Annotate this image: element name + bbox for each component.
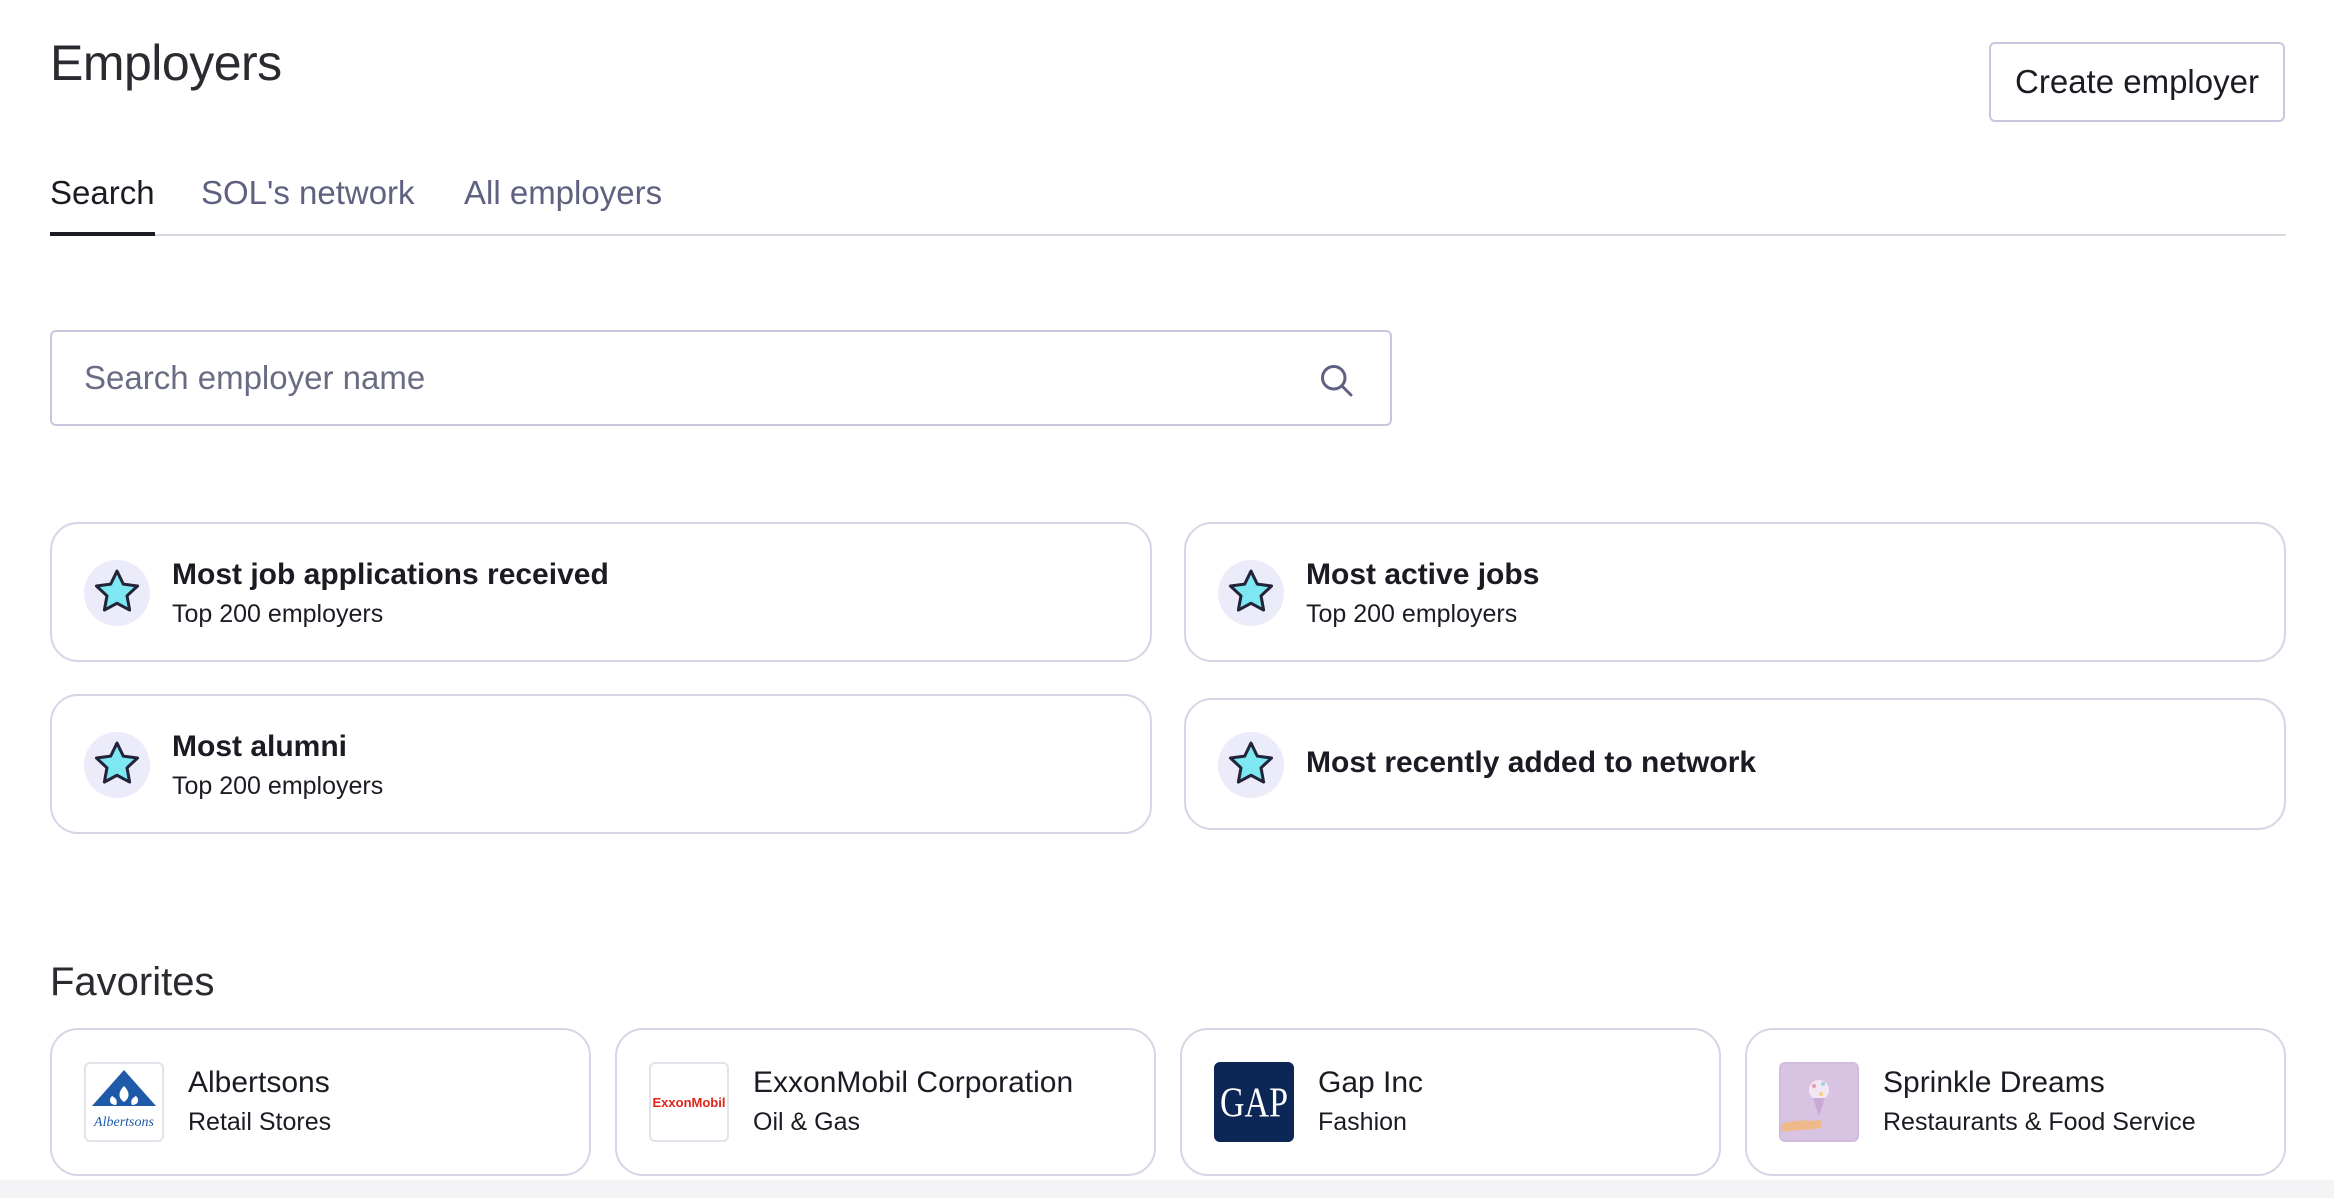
employers-page: Employers Create employer Search SOL's n… [0,0,2334,1198]
most-alumni-card[interactable]: Most alumni Top 200 employers [50,694,1152,834]
favorite-name: Albertsons [188,1066,330,1099]
albertsons-logo: Albertsons [84,1062,164,1142]
tab-bar: Search SOL's network All employers [50,170,2286,236]
tab-all-employers[interactable]: All employers [464,174,662,232]
svg-text:Albertsons: Albertsons [93,1115,154,1130]
exxonmobil-logo: ExxonMobil [649,1062,729,1142]
favorite-name: Gap Inc [1318,1066,1424,1099]
search-input[interactable] [84,352,1264,404]
tab-sols-network[interactable]: SOL's network [201,174,415,232]
favorite-card-sprinkle-dreams[interactable]: Sprinkle Dreams Restaurants & Food Servi… [1745,1028,2286,1176]
star-icon [84,732,150,798]
most-recently-added-card[interactable]: Most recently added to network [1184,698,2286,830]
favorite-category: Retail Stores [188,1108,332,1136]
favorite-card-albertsons[interactable]: Albertsons Albertsons Retail Stores [50,1028,591,1176]
favorite-name: Sprinkle Dreams [1883,1066,2105,1099]
most-job-applications-card[interactable]: Most job applications received Top 200 e… [50,522,1152,662]
most-active-jobs-card[interactable]: Most active jobs Top 200 employers [1184,522,2286,662]
favorites-heading: Favorites [50,960,215,1004]
gap-logo: GAP [1214,1062,1294,1142]
stat-card-title: Most recently added to network [1306,746,1757,779]
stat-card-title: Most alumni [172,730,348,763]
stat-card-subtitle: Top 200 employers [172,772,384,800]
svg-text:GAP: GAP [1220,1080,1288,1126]
bottom-edge [0,1180,2334,1198]
search-icon[interactable] [1318,362,1354,398]
stat-card-title: Most active jobs [1306,558,1540,591]
favorite-card-exxonmobil[interactable]: ExxonMobil ExxonMobil Corporation Oil & … [615,1028,1156,1176]
favorite-category: Fashion [1318,1108,1407,1136]
svg-text:ExxonMobil: ExxonMobil [653,1095,726,1110]
stat-card-subtitle: Top 200 employers [1306,600,1518,628]
favorite-name: ExxonMobil Corporation [753,1066,1074,1099]
page-title: Employers [50,35,282,91]
tab-search[interactable]: Search [50,174,155,236]
create-employer-button[interactable]: Create employer [1989,42,2285,122]
favorite-category: Oil & Gas [753,1108,860,1136]
star-icon [1218,732,1284,798]
star-icon [84,560,150,626]
search-field-container [50,330,1392,426]
star-icon [1218,560,1284,626]
favorite-card-gap[interactable]: GAP Gap Inc Fashion [1180,1028,1721,1176]
sprinkle-dreams-logo [1779,1062,1859,1142]
stat-card-subtitle: Top 200 employers [172,600,384,628]
stat-card-title: Most job applications received [172,558,609,591]
favorite-category: Restaurants & Food Service [1883,1108,2196,1136]
